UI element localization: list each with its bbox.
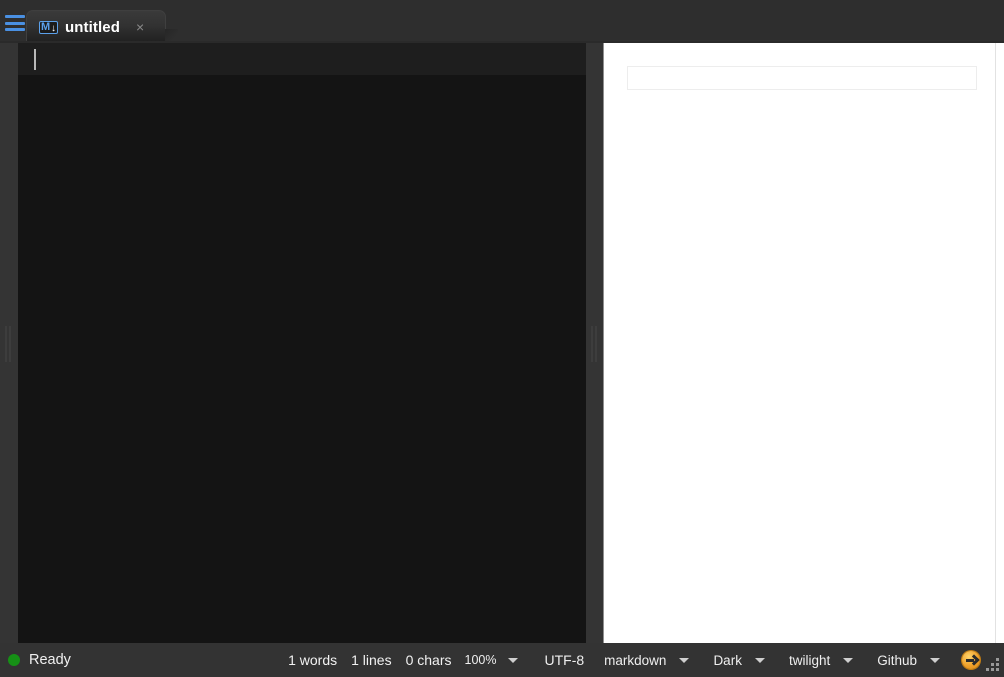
hamburger-menu-icon[interactable] [3, 14, 27, 32]
status-indicator: Ready [8, 652, 71, 668]
markdown-preview[interactable] [604, 43, 1004, 643]
ui-theme-chevron-down-icon[interactable] [754, 657, 765, 663]
preview-scrollbar[interactable] [995, 43, 1004, 643]
markdown-icon: M ↓ [39, 20, 58, 34]
hamburger-bar-3 [5, 28, 25, 31]
center-splitter-grip-icon [591, 326, 599, 362]
status-dot-icon [8, 654, 20, 666]
work-area [0, 43, 1004, 643]
titlebar: M ↓ untitled × [0, 0, 1004, 43]
hamburger-bar-2 [5, 21, 25, 25]
ui-theme-select[interactable]: Dark [703, 653, 745, 668]
application-window: M ↓ untitled × Ready 1 words 1 lines 0 c… [0, 0, 1004, 677]
resize-grip-dot [986, 668, 989, 671]
hamburger-bar-1 [5, 15, 25, 18]
editor-caret [34, 49, 36, 70]
markdown-icon-letter: M [41, 20, 51, 33]
markdown-icon-arrow: ↓ [51, 22, 56, 34]
resize-grip-icon[interactable] [986, 658, 1002, 674]
center-splitter[interactable] [586, 43, 604, 643]
syntax-chevron-down-icon[interactable] [679, 657, 690, 663]
resize-grip-dot [991, 663, 994, 666]
zoom-chevron-down-icon[interactable] [508, 657, 519, 663]
close-icon[interactable]: × [136, 20, 144, 34]
preview-content-box [627, 66, 977, 90]
zoom-level[interactable]: 100% [459, 653, 499, 667]
left-splitter[interactable] [0, 43, 18, 643]
char-count: 0 chars [405, 652, 452, 668]
markdown-editor[interactable] [18, 43, 586, 643]
preview-style-select[interactable]: Github [867, 653, 920, 668]
word-count: 1 words [288, 652, 338, 668]
editor-theme-select[interactable]: twilight [779, 653, 833, 668]
syntax-mode-select[interactable]: markdown [594, 653, 669, 668]
encoding-label[interactable]: UTF-8 [532, 652, 594, 668]
status-bar: Ready 1 words 1 lines 0 chars 100% UTF-8… [0, 643, 1004, 677]
resize-grip-dot [996, 668, 999, 671]
left-splitter-grip-icon [5, 326, 13, 362]
status-label: Ready [29, 652, 71, 668]
resize-grip-dot [991, 668, 994, 671]
editor-active-line [18, 43, 586, 75]
go-arrow-icon[interactable] [962, 651, 980, 669]
editor-theme-chevron-down-icon[interactable] [843, 657, 854, 663]
resize-grip-dot [996, 663, 999, 666]
resize-grip-dot [996, 658, 999, 661]
document-tab-label: untitled [65, 18, 120, 36]
preview-style-chevron-down-icon[interactable] [930, 657, 940, 663]
document-tab[interactable]: M ↓ untitled × [26, 10, 178, 43]
line-count: 1 lines [351, 652, 392, 668]
